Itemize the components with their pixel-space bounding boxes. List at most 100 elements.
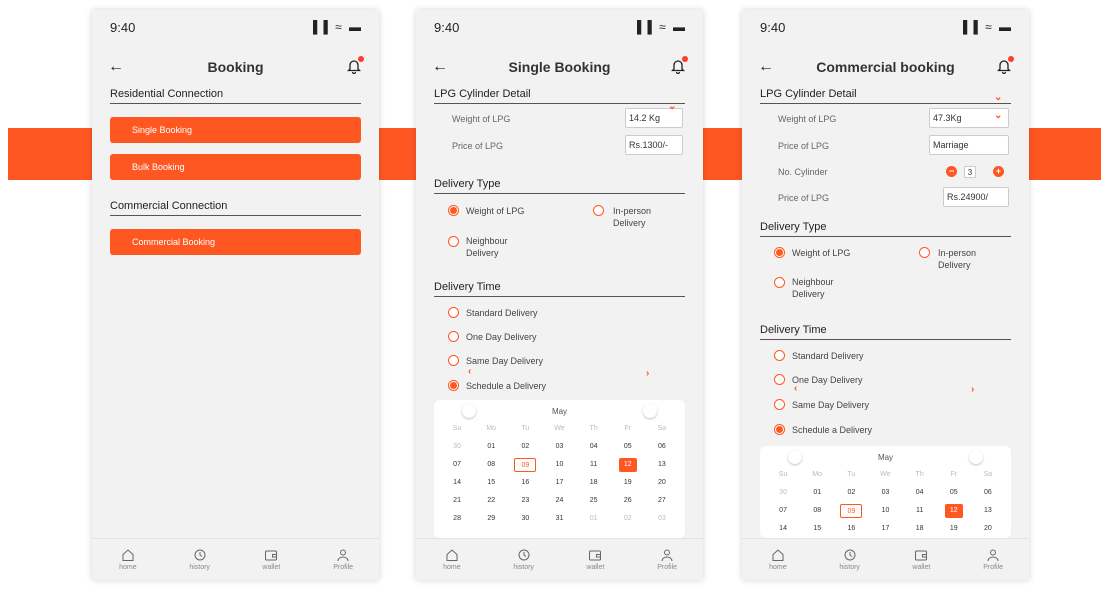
calendar-day[interactable]: 16 [834, 522, 868, 536]
chevron-left-icon[interactable]: ‹ [794, 383, 797, 394]
same-day-delivery-radio[interactable] [774, 399, 785, 410]
chevron-down-icon[interactable]: ⌄ [994, 92, 1002, 103]
calendar-day[interactable]: 17 [868, 522, 902, 536]
delivery-type-weight-radio[interactable] [448, 205, 459, 216]
schedule-delivery-radio[interactable] [774, 424, 785, 435]
calendar-day[interactable]: 04 [577, 440, 611, 454]
calendar-day[interactable]: 04 [903, 486, 937, 500]
tab-home[interactable]: home [753, 548, 803, 571]
bell-icon[interactable] [996, 56, 1014, 75]
bell-icon[interactable] [346, 56, 364, 75]
calendar-day[interactable]: 20 [971, 522, 1005, 536]
occasion-field[interactable]: Marriage [929, 135, 1009, 155]
calendar-day[interactable]: 30 [508, 512, 542, 526]
delivery-type-inperson-radio[interactable] [919, 247, 930, 258]
delivery-type-weight-radio[interactable] [774, 247, 785, 258]
calendar-day[interactable]: 11 [577, 458, 611, 472]
calendar-day[interactable]: 01 [800, 486, 834, 500]
calendar-day[interactable]: 27 [645, 494, 679, 508]
calendar-day[interactable]: 07 [766, 504, 800, 518]
calendar-day[interactable]: 02 [508, 440, 542, 454]
calendar-day[interactable]: 03 [645, 512, 679, 526]
calendar-day[interactable]: 14 [440, 476, 474, 490]
standard-delivery-radio[interactable] [774, 350, 785, 361]
increase-quantity-button[interactable]: + [993, 166, 1004, 177]
bulk-booking-button[interactable]: Bulk Booking [110, 154, 361, 180]
calendar-day[interactable]: 06 [971, 486, 1005, 500]
calendar-day[interactable]: 25 [577, 494, 611, 508]
calendar-day[interactable]: 01 [474, 440, 508, 454]
calendar-day[interactable]: 05 [937, 486, 971, 500]
delivery-type-neighbour-radio[interactable] [774, 277, 785, 288]
cylinder-quantity-value[interactable]: 3 [964, 166, 976, 178]
tab-profile[interactable]: Profile [968, 548, 1018, 571]
bell-icon[interactable] [670, 56, 688, 75]
calendar-day[interactable]: 15 [800, 522, 834, 536]
calendar-day[interactable]: 18 [577, 476, 611, 490]
tab-history[interactable]: history [175, 548, 225, 571]
delivery-type-inperson-radio[interactable] [593, 205, 604, 216]
calendar-day[interactable]: 23 [508, 494, 542, 508]
calendar-day[interactable]: 03 [868, 486, 902, 500]
calendar-next-button[interactable] [969, 450, 983, 464]
tab-wallet[interactable]: wallet [246, 548, 296, 571]
schedule-delivery-radio[interactable] [448, 380, 459, 391]
calendar-day[interactable]: 01 [577, 512, 611, 526]
calendar-day[interactable]: 13 [971, 504, 1005, 518]
calendar-day[interactable]: 10 [868, 504, 902, 518]
tab-wallet[interactable]: wallet [896, 548, 946, 571]
tab-home[interactable]: home [427, 548, 477, 571]
calendar-day[interactable]: 22 [474, 494, 508, 508]
calendar-next-button[interactable] [643, 404, 657, 418]
commercial-booking-button[interactable]: Commercial Booking [110, 229, 361, 255]
calendar-day[interactable]: 16 [508, 476, 542, 490]
calendar-day[interactable]: 26 [611, 494, 645, 508]
calendar-day[interactable]: 31 [542, 512, 576, 526]
tab-profile[interactable]: Profile [642, 548, 692, 571]
calendar-day[interactable]: 21 [440, 494, 474, 508]
calendar-day[interactable]: 24 [542, 494, 576, 508]
calendar-day[interactable]: 17 [542, 476, 576, 490]
calendar-day[interactable]: 19 [937, 522, 971, 536]
decrease-quantity-button[interactable]: − [946, 166, 957, 177]
tab-profile[interactable]: Profile [318, 548, 368, 571]
tab-history[interactable]: history [825, 548, 875, 571]
calendar-day[interactable]: 14 [766, 522, 800, 536]
calendar-day[interactable]: 08 [800, 504, 834, 518]
calendar-day[interactable]: 15 [474, 476, 508, 490]
chevron-down-icon[interactable]: ⌄ [994, 110, 1002, 121]
tab-wallet[interactable]: wallet [570, 548, 620, 571]
calendar-day[interactable]: 03 [542, 440, 576, 454]
chevron-right-icon[interactable]: › [646, 368, 649, 379]
calendar-day[interactable]: 09 [840, 504, 863, 518]
calendar-day[interactable]: 12 [944, 504, 963, 518]
calendar-day[interactable]: 30 [440, 440, 474, 454]
calendar-day[interactable]: 06 [645, 440, 679, 454]
calendar-day[interactable]: 02 [611, 512, 645, 526]
calendar-day[interactable]: 02 [834, 486, 868, 500]
calendar-day[interactable]: 13 [645, 458, 679, 472]
calendar-day[interactable]: 10 [542, 458, 576, 472]
calendar-day[interactable]: 29 [474, 512, 508, 526]
calendar-day[interactable]: 07 [440, 458, 474, 472]
delivery-type-neighbour-radio[interactable] [448, 236, 459, 247]
calendar-day[interactable]: 09 [514, 458, 537, 472]
chevron-left-icon[interactable]: ‹ [468, 366, 471, 377]
chevron-right-icon[interactable]: › [971, 384, 974, 395]
calendar-day[interactable]: 11 [903, 504, 937, 518]
calendar-day[interactable]: 20 [645, 476, 679, 490]
calendar-day[interactable]: 05 [611, 440, 645, 454]
calendar-day[interactable]: 12 [618, 458, 637, 472]
calendar-day[interactable]: 08 [474, 458, 508, 472]
tab-history[interactable]: history [499, 548, 549, 571]
one-day-delivery-radio[interactable] [774, 374, 785, 385]
calendar-day[interactable]: 28 [440, 512, 474, 526]
calendar-day[interactable]: 30 [766, 486, 800, 500]
chevron-down-icon[interactable]: ⌄ [668, 101, 676, 112]
one-day-delivery-radio[interactable] [448, 331, 459, 342]
tab-home[interactable]: home [103, 548, 153, 571]
same-day-delivery-radio[interactable] [448, 355, 459, 366]
standard-delivery-radio[interactable] [448, 307, 459, 318]
single-booking-button[interactable]: Single Booking [110, 117, 361, 143]
calendar-day[interactable]: 18 [903, 522, 937, 536]
